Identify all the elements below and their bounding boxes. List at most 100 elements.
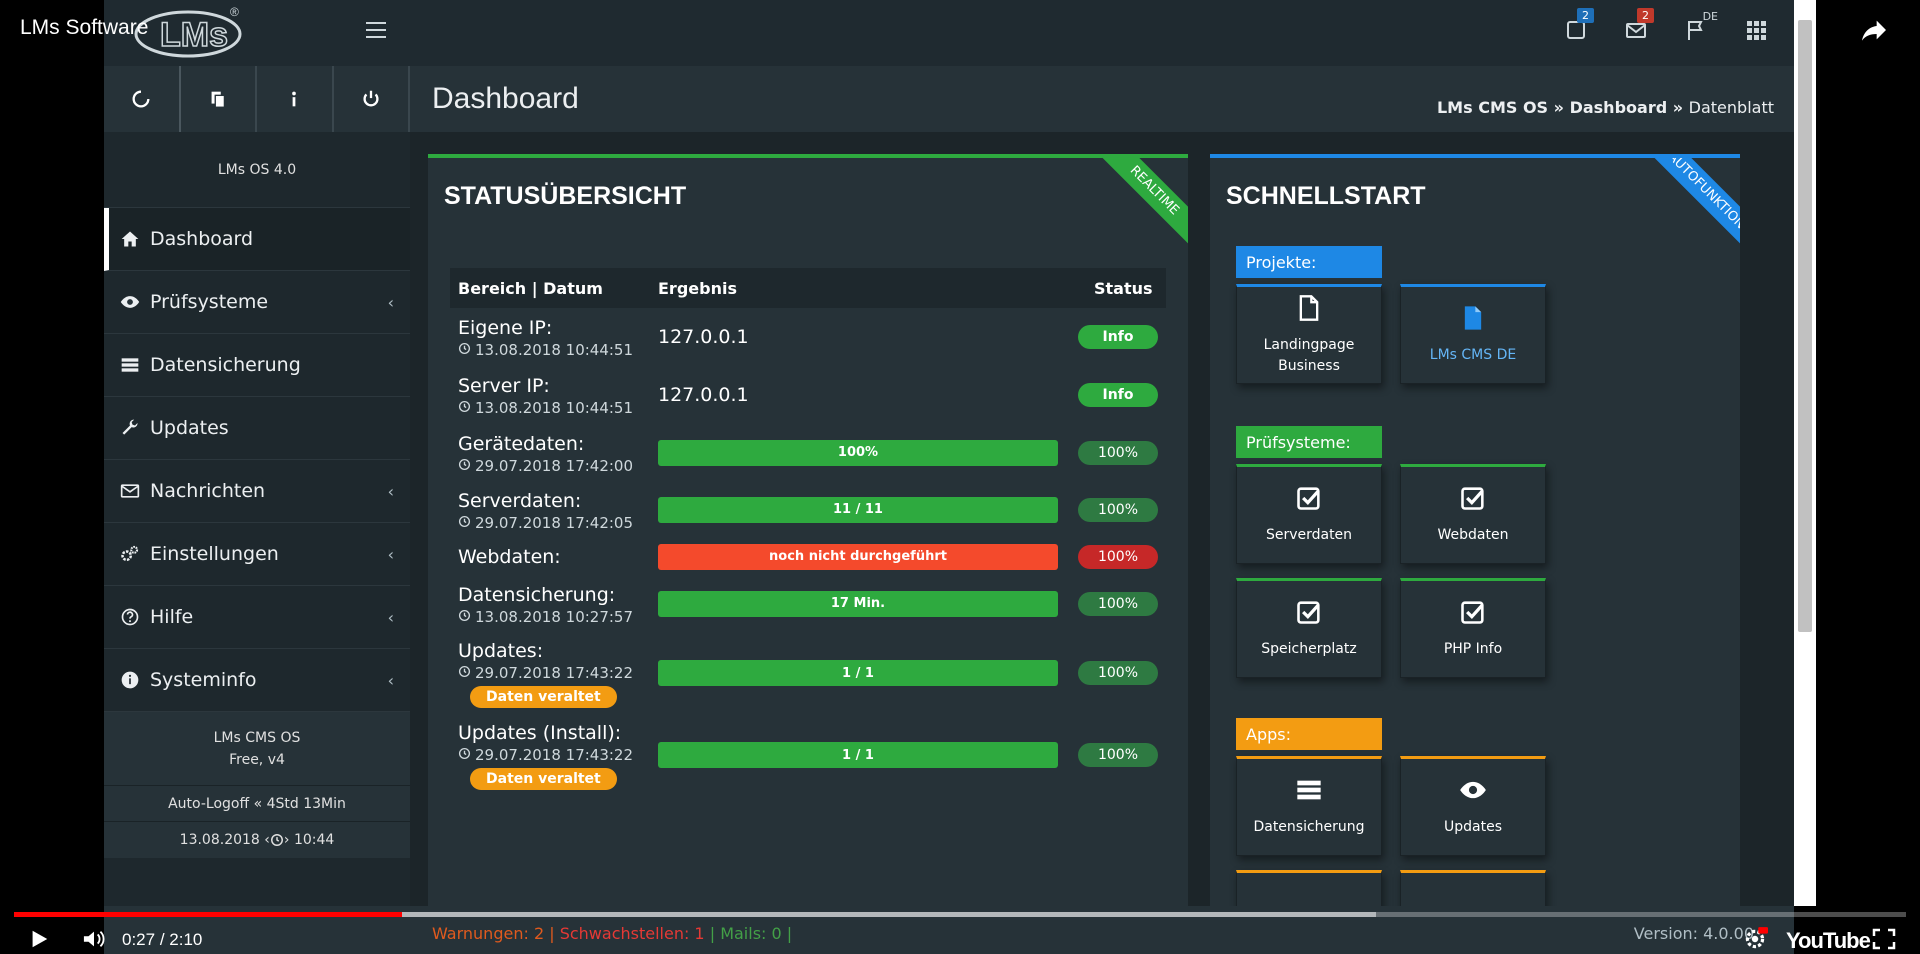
status-badge: 100% (1078, 743, 1158, 767)
content-body: STATUSÜBERSICHT REALTIME Bereich | Datum… (410, 132, 1794, 906)
apps-grid-button[interactable] (1742, 10, 1770, 50)
page-scrollbar[interactable] (1794, 0, 1816, 906)
table-row: Updates (Install): 29.07.2018 17:43:22 Dat… (450, 714, 1166, 796)
next-icon[interactable]: › (284, 832, 290, 848)
table-row: Webdaten: noch nicht durchgeführt 100% (450, 538, 1166, 575)
youtube-logo[interactable]: YouTube (1786, 928, 1871, 954)
fullscreen-icon[interactable] (1872, 928, 1896, 950)
quickstart-group-label: Prüfsysteme: (1236, 426, 1382, 458)
chevron-left-icon: ‹ (387, 608, 394, 627)
row-area: Updates (Install): 29.07.2018 17:43:22 Dat… (450, 720, 650, 790)
eye-icon (1459, 776, 1487, 817)
table-row: Gerätedaten: 29.07.2018 17:42:00 100% 100% (450, 424, 1166, 481)
stale-data-badge[interactable]: Daten veraltet (470, 768, 617, 790)
breadcrumb-item[interactable]: Dashboard (1570, 98, 1668, 117)
info-button[interactable] (257, 66, 334, 132)
status-badge: 100% (1078, 497, 1158, 522)
row-date: 29.07.2018 17:42:00 (458, 457, 650, 475)
clock-icon (458, 514, 471, 532)
top-icons: 2 2 DE (1562, 8, 1770, 50)
quickstart-tile-lms-cms-de[interactable]: LMs CMS DE (1400, 284, 1546, 384)
sidebar-item-einstellungen[interactable]: Einstellungen ‹ (104, 523, 410, 586)
quickstart-tile-php-info[interactable]: PHP Info (1400, 578, 1546, 678)
play-icon[interactable] (28, 928, 50, 950)
quickstart-tile[interactable] (1236, 870, 1382, 906)
row-result: 11 / 11 (650, 496, 1064, 523)
quickstart-tile-webdaten[interactable]: Webdaten (1400, 464, 1546, 564)
sidebar-item-systeminfo[interactable]: Systeminfo ‹ (104, 649, 410, 712)
product-name: LMs CMS OS (213, 729, 301, 746)
quickstart-tile[interactable] (1400, 870, 1546, 906)
quickstart-tile-landingpage-business[interactable]: Landingpage Business (1236, 284, 1382, 384)
page-title: Dashboard (432, 82, 579, 115)
info-badge[interactable]: Info (1078, 383, 1158, 407)
info-icon (292, 91, 297, 107)
file-outline-icon (1295, 294, 1323, 335)
copy-button[interactable] (181, 66, 257, 132)
tile-label: Serverdaten (1265, 527, 1353, 543)
power-icon (363, 90, 379, 107)
scrollbar-thumb[interactable] (1798, 20, 1812, 632)
menu-toggle-icon[interactable] (366, 22, 386, 38)
sidebar-item-hilfe[interactable]: Hilfe ‹ (104, 586, 410, 649)
row-date-text: 29.07.2018 17:43:22 (475, 664, 634, 682)
row-area: Gerätedaten: 29.07.2018 17:42:00 (450, 431, 650, 475)
breadcrumb-current: Datenblatt (1688, 98, 1774, 117)
tasks-button[interactable]: 2 (1562, 8, 1594, 50)
volume-icon[interactable] (80, 928, 108, 950)
row-area: Updates: 29.07.2018 17:43:22 Daten veralte… (450, 638, 650, 708)
row-date-text: 29.07.2018 17:43:22 (475, 746, 634, 764)
chevron-left-icon: ‹ (387, 293, 394, 312)
language-button[interactable]: DE (1682, 10, 1718, 50)
breadcrumb-item[interactable]: LMs CMS OS (1437, 98, 1548, 117)
sidebar-item-nachrichten[interactable]: Nachrichten ‹ (104, 460, 410, 523)
row-name: Updates: (458, 640, 544, 662)
row-name: Serverdaten: (458, 489, 582, 512)
quickstart-tile-serverdaten[interactable]: Serverdaten (1236, 464, 1382, 564)
sidebar-item-label: Nachrichten (150, 480, 266, 502)
result-progress-bar: 1 / 1 (658, 660, 1058, 686)
top-bar: LMs ® 2 2 DE (104, 0, 1794, 66)
quickstart-group-label: Apps: (1236, 718, 1382, 750)
row-date: 29.07.2018 17:43:22 (458, 664, 650, 682)
row-area: Serverdaten: 29.07.2018 17:42:05 (450, 488, 650, 532)
row-result: 127.0.0.1 (650, 384, 1064, 406)
table-row: Server IP: 13.08.2018 10:44:51 127.0.0.1 In… (450, 366, 1166, 424)
quickstart-tile-speicherplatz[interactable]: Speicherplatz (1236, 578, 1382, 678)
quickstart-tile-updates[interactable]: Updates (1400, 756, 1546, 856)
row-result: 127.0.0.1 (650, 326, 1064, 348)
auto-logoff-sep: « (253, 795, 263, 812)
sidebar-item-pr-fsysteme[interactable]: Prüfsysteme ‹ (104, 271, 410, 334)
status-badge: 100% (1078, 544, 1158, 569)
info-badge[interactable]: Info (1078, 325, 1158, 349)
clock-icon (270, 834, 283, 846)
quickstart-tile-datensicherung[interactable]: Datensicherung (1236, 756, 1382, 856)
sidebar-item-label: Hilfe (150, 606, 194, 628)
tile-label: Updates (1444, 819, 1502, 835)
status-badge: 100% (1078, 440, 1158, 465)
share-icon[interactable] (1858, 14, 1890, 46)
video-progress-bar[interactable] (14, 912, 1906, 917)
mail-button[interactable]: 2 (1622, 8, 1654, 50)
row-name: Gerätedaten: (458, 432, 585, 455)
video-title[interactable]: LMs Software (20, 16, 148, 40)
sidebar-item-label: Prüfsysteme (150, 291, 269, 313)
sidebar-item-updates[interactable]: Updates (104, 397, 410, 460)
row-result: 1 / 1 (650, 660, 1064, 686)
status-badge: 100% (1078, 661, 1158, 685)
result-value: 127.0.0.1 (658, 384, 749, 406)
refresh-button[interactable] (104, 66, 181, 132)
settings-gear-icon[interactable] (1742, 926, 1768, 952)
stale-data-badge[interactable]: Daten veraltet (470, 686, 617, 708)
power-button[interactable] (334, 66, 410, 132)
svg-text:LMs: LMs (160, 16, 228, 54)
sidebar-item-datensicherung[interactable]: Datensicherung (104, 334, 410, 397)
row-status: 100% (1064, 497, 1166, 522)
check-square-icon (1459, 598, 1487, 639)
sidebar-item-dashboard[interactable]: Dashboard (104, 208, 410, 271)
tile-label: LMs CMS DE (1429, 347, 1517, 363)
row-name: Updates (Install): (458, 722, 622, 744)
sidebar-item-label: Datensicherung (150, 354, 301, 376)
time-total: 2:10 (169, 930, 203, 949)
sidebar: LMs OS 4.0 Dashboard Prüfsysteme ‹ Datensic… (104, 66, 410, 906)
